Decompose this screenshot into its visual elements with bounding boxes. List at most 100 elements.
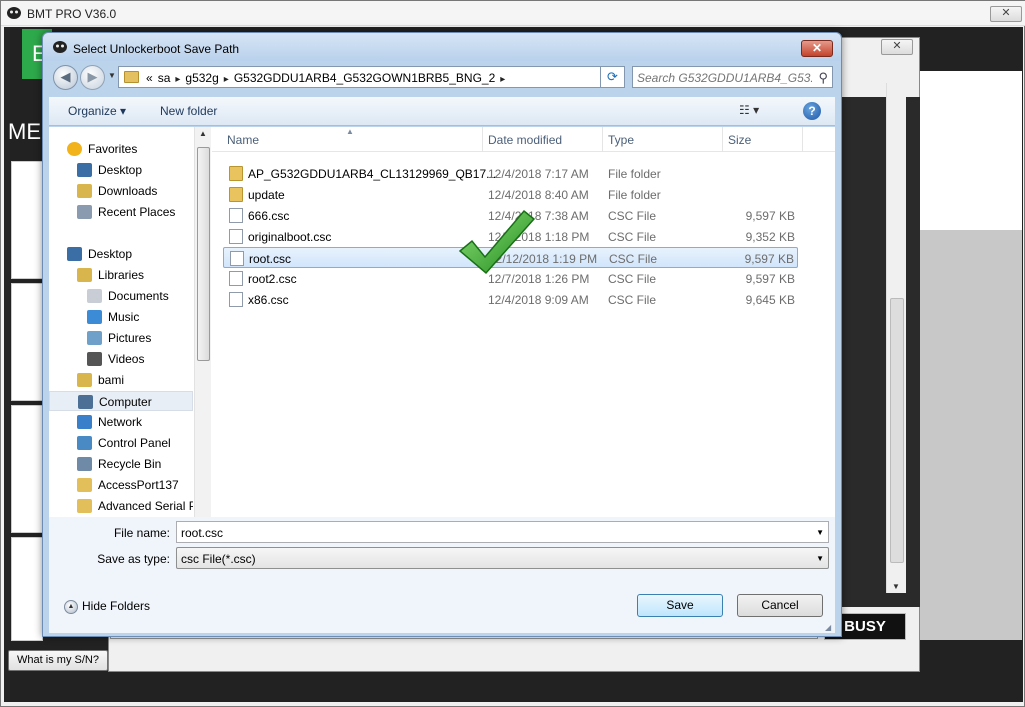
documents-icon	[87, 289, 102, 303]
navigation-scrollbar[interactable]: ▲ ▼	[194, 127, 211, 543]
nav-item-label: Desktop	[88, 247, 133, 261]
nav-item-favorites[interactable]: Favorites	[49, 139, 193, 159]
save-button[interactable]: Save	[637, 594, 723, 617]
column-header-name[interactable]: Name	[227, 133, 259, 147]
nav-item-recycle-bin[interactable]: Recycle Bin	[49, 454, 193, 474]
nav-item-desktop[interactable]: Desktop	[49, 244, 193, 264]
nav-item-music[interactable]: Music	[49, 307, 193, 327]
column-header-size[interactable]: Size	[728, 133, 751, 147]
nav-item-videos[interactable]: Videos	[49, 349, 193, 369]
chevron-down-icon[interactable]: ▼	[816, 554, 824, 563]
file-size: 9,352 KB	[745, 230, 795, 244]
nav-item-advanced-serial-port-monitor[interactable]: Advanced Serial Port Monitor	[49, 496, 193, 516]
column-header-type[interactable]: Type	[608, 133, 634, 147]
hide-folders-label: Hide Folders	[82, 599, 151, 613]
app-close-button[interactable]: ✕	[990, 6, 1022, 22]
videos-icon	[87, 352, 102, 366]
breadcrumb-item[interactable]: g532g	[185, 71, 218, 85]
file-type: CSC File	[609, 252, 658, 266]
column-header-date[interactable]: Date modified	[488, 133, 562, 147]
chevron-up-icon: ▲	[64, 599, 78, 614]
column-divider[interactable]	[602, 127, 603, 152]
dialog-close-button[interactable]: ✕	[801, 40, 833, 57]
save-as-type-select[interactable]: csc File(*.csc) ▼	[176, 547, 829, 569]
file-size: 9,597 KB	[745, 209, 795, 223]
app-titlebar: BMT PRO V36.0 ✕	[1, 1, 1025, 26]
hide-folders-toggle[interactable]: ▲ Hide Folders	[64, 599, 150, 614]
scroll-down-icon[interactable]: ▼	[892, 582, 900, 591]
nav-item-documents[interactable]: Documents	[49, 286, 193, 306]
resize-grip-icon[interactable]: ◢	[825, 623, 831, 632]
file-date-modified: 12/4/2018 7:17 AM	[488, 167, 589, 181]
search-icon[interactable]: ⚲	[818, 70, 828, 86]
nav-item-libraries[interactable]: Libraries	[49, 265, 193, 285]
app-left-panel	[11, 537, 43, 641]
recent-locations-dropdown-icon[interactable]: ▼	[108, 71, 116, 80]
nav-item-label: Pictures	[108, 331, 152, 345]
dialog-title: Select Unlockerboot Save Path	[73, 42, 240, 56]
app-left-panel	[11, 405, 43, 533]
background-scrollbar[interactable]: ▼	[886, 83, 906, 593]
music-icon	[87, 310, 102, 324]
folder-icon	[77, 499, 92, 513]
nav-item-pictures[interactable]: Pictures	[49, 328, 193, 348]
nav-item-computer[interactable]: Computer	[49, 391, 193, 411]
file-name-input[interactable]	[181, 525, 801, 540]
search-box[interactable]: ⚲	[632, 66, 833, 88]
chevron-down-icon[interactable]: ▼	[816, 528, 824, 537]
breadcrumb[interactable]: « sa ▸ g532g ▸ G532GDDU1ARB4_G532GOWN1BRB5_BN…	[146, 71, 510, 85]
nav-item-label: Control Panel	[98, 436, 171, 450]
nav-item-label: Network	[98, 415, 143, 429]
file-type: CSC File	[608, 230, 657, 244]
back-button[interactable]: ◀	[53, 65, 78, 90]
background-dialog-close-button[interactable]: ✕	[881, 39, 913, 55]
help-button[interactable]: ?	[803, 102, 821, 120]
cancel-button[interactable]: Cancel	[737, 594, 823, 617]
computer-icon	[78, 395, 93, 409]
breadcrumb-item[interactable]: sa	[158, 71, 171, 85]
file-row[interactable]: x86.csc 12/4/2018 9:09 AM CSC File 9,645 KB	[223, 289, 798, 310]
breadcrumb-separator-icon[interactable]: ▸	[175, 74, 180, 85]
file-name-combobox[interactable]: ▼	[176, 521, 829, 543]
file-date-modified: 12/4/2018 9:09 AM	[488, 293, 589, 307]
breadcrumb-item[interactable]: G532GDDU1ARB4_G532GOWN1BRB5_BNG_2	[234, 71, 495, 85]
nav-item-desktop[interactable]: Desktop	[49, 160, 193, 180]
nav-item-accessport137[interactable]: AccessPort137	[49, 475, 193, 495]
save-as-type-label: Save as type:	[97, 552, 170, 566]
column-header-row: Name ▲ Date modified Type Size	[212, 127, 835, 152]
file-type: File folder	[608, 167, 661, 181]
libraries-icon	[77, 268, 92, 282]
breadcrumb-separator-icon[interactable]: ▸	[224, 74, 229, 85]
nav-item-label: Videos	[108, 352, 145, 366]
file-name: AP_G532GDDU1ARB4_CL13129969_QB17...	[248, 167, 497, 181]
app-title: BMT PRO V36.0	[27, 7, 117, 21]
control-panel-icon	[77, 436, 92, 450]
new-folder-button[interactable]: New folder	[160, 104, 217, 118]
checkmark-icon	[458, 209, 536, 275]
nav-item-bami[interactable]: bami	[49, 370, 193, 390]
file-row[interactable]: AP_G532GDDU1ARB4_CL13129969_QB17... 12/4/…	[223, 163, 798, 184]
what-is-my-sn-button[interactable]: What is my S/N?	[8, 650, 108, 671]
column-divider[interactable]	[482, 127, 483, 152]
organize-menu-button[interactable]: Organize ▾	[68, 104, 126, 118]
file-row[interactable]: update 12/4/2018 8:40 AM File folder	[223, 184, 798, 205]
column-divider[interactable]	[802, 127, 803, 152]
breadcrumb-overflow[interactable]: «	[146, 71, 153, 85]
column-divider[interactable]	[722, 127, 723, 152]
scrollbar-thumb[interactable]	[890, 298, 904, 563]
address-bar[interactable]: « sa ▸ g532g ▸ G532GDDU1ARB4_G532GOWN1BRB5_BN…	[118, 66, 624, 88]
breadcrumb-separator-icon[interactable]: ▸	[500, 74, 505, 85]
nav-item-recent-places[interactable]: Recent Places	[49, 202, 193, 222]
nav-item-control-panel[interactable]: Control Panel	[49, 433, 193, 453]
nav-item-downloads[interactable]: Downloads	[49, 181, 193, 201]
nav-item-network[interactable]: Network	[49, 412, 193, 432]
scrollbar-thumb[interactable]	[197, 147, 210, 361]
scroll-up-icon[interactable]: ▲	[199, 129, 207, 138]
forward-button[interactable]: ▶	[80, 65, 105, 90]
file-name: originalboot.csc	[248, 230, 332, 244]
app-logo-icon	[7, 7, 21, 19]
search-input[interactable]	[637, 70, 812, 85]
change-view-button[interactable]: ☷ ▾	[739, 103, 759, 117]
save-options-area: File name: ▼ Save as type: csc File(*.cs…	[49, 517, 835, 633]
refresh-button[interactable]: ⟳	[600, 66, 625, 88]
